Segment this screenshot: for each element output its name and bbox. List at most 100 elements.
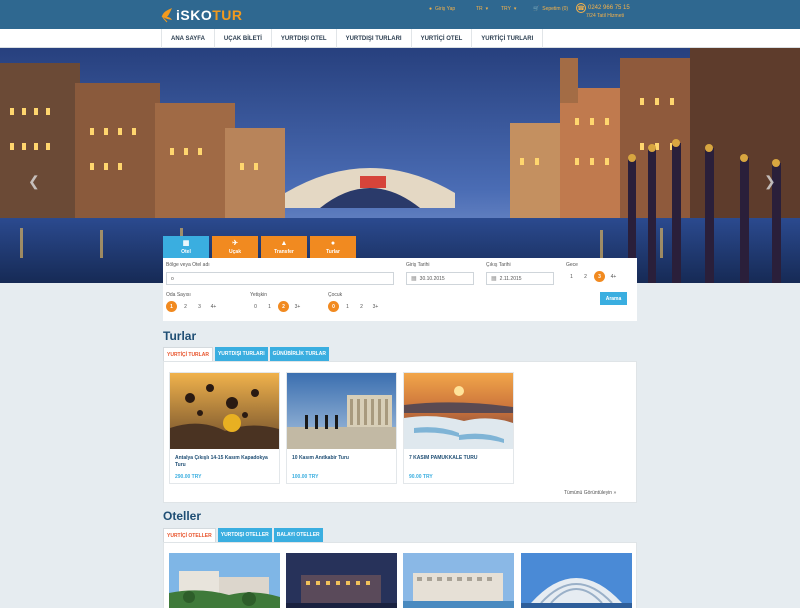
adults-label: Yetişkin — [250, 292, 268, 298]
rooms-label: Oda Sayısı — [166, 292, 191, 298]
adults-selector: 0 1 2 3+ — [250, 301, 303, 312]
logo[interactable]: iSKO TUR — [160, 5, 243, 25]
nights-selector: 1 2 3 4+ — [566, 271, 619, 282]
booking-tab-1[interactable]: ✈ Uçak — [212, 236, 258, 258]
booking-tab-3[interactable]: ● Turlar — [310, 236, 356, 258]
checkin-label: Giriş Tarihi — [406, 262, 430, 268]
balloon-photo — [170, 373, 279, 449]
hotel-card[interactable] — [169, 553, 280, 608]
calendar-icon: ▦ — [491, 276, 497, 282]
checkout-input[interactable]: ▦ 2.11.2015 — [486, 272, 554, 285]
hoteltabs-item-0[interactable]: YURTİÇİ OTELLER — [163, 528, 216, 542]
logo-text-2: TUR — [212, 7, 243, 23]
slider-next-icon[interactable]: ❯ — [764, 173, 776, 190]
main-nav: ANA SAYFA UÇAK BİLETİ YURTDIŞI OTEL YURTDIŞ… — [0, 29, 800, 48]
nav-item-3[interactable]: YURTDIŞI TURLARI — [337, 29, 412, 48]
tour-price: 290.00 TRY — [175, 474, 202, 480]
adults-option[interactable]: 2 — [278, 301, 289, 312]
login-label: Giriş Yap — [435, 6, 456, 12]
checkout-value: 2.11.2015 — [499, 275, 522, 282]
adults-option[interactable]: 0 — [250, 301, 261, 312]
booking-tab-0[interactable]: ▦ Otel — [163, 236, 209, 258]
tours-title: Turlar — [163, 329, 197, 343]
tour-card[interactable]: Antalya Çıkışlı 14-15 Kasım Kapadokya Tu… — [169, 372, 280, 484]
rooms-option[interactable]: 1 — [166, 301, 177, 312]
tour-name: Antalya Çıkışlı 14-15 Kasım Kapadokya Tu… — [175, 455, 268, 468]
tour-price: 90.00 TRY — [409, 474, 433, 480]
hoteltabs-item-1[interactable]: YURTDIŞI OTELLER — [217, 528, 272, 542]
search-value: o — [171, 275, 174, 282]
plane-icon: ✈ — [232, 240, 238, 247]
venice-photo — [0, 48, 800, 283]
calendar-icon: ▦ — [411, 276, 417, 282]
hotel-photo-2 — [286, 553, 397, 608]
nav-item-1[interactable]: UÇAK BİLETİ — [215, 29, 272, 48]
user-icon: ● — [429, 6, 433, 12]
hotel-card[interactable] — [403, 553, 514, 608]
hero-banner: ❮ ❯ — [0, 48, 800, 283]
phone-icon: ☎ — [576, 3, 586, 13]
search-input[interactable]: o — [166, 272, 394, 285]
tours-tabs: YURTİÇİ TURLAR YURTDIŞI TURLARI GÜNÜBİRLİK… — [163, 347, 329, 361]
children-selector: 0 1 2 3+ — [328, 301, 381, 312]
bird-logo-icon — [161, 8, 172, 23]
top-bar: iSKO TUR ● Giriş Yap TR ▾ TRY ▾ 🛒 Sepeti… — [0, 0, 800, 29]
hotel-card[interactable] — [286, 553, 397, 608]
rooms-option[interactable]: 2 — [180, 301, 191, 312]
hotel-card[interactable] — [521, 553, 632, 608]
language-select[interactable]: TR ▾ — [476, 4, 488, 14]
tour-name: 7 KASIM PAMUKKALE TURU — [409, 455, 478, 461]
rooms-option[interactable]: 4+ — [208, 301, 219, 312]
basket-link[interactable]: 🛒 Sepetim (0) — [533, 4, 568, 14]
nav-item-4[interactable]: YURTİÇİ OTEL — [412, 29, 473, 48]
checkin-value: 30.10.2015 — [419, 275, 445, 282]
adults-option[interactable]: 1 — [264, 301, 275, 312]
language-label: TR — [476, 6, 483, 12]
search-label: Bölge veya Otel adı — [166, 262, 210, 268]
tour-card[interactable]: 7 KASIM PAMUKKALE TURU 90.00 TRY — [403, 372, 514, 484]
tour-card[interactable]: 10 Kasım Anıtkabir Turu 100.00 TRY — [286, 372, 397, 484]
hotel-photo-4 — [521, 553, 632, 608]
tourtabs-item-1[interactable]: YURTDIŞI TURLARI — [214, 347, 268, 361]
search-button[interactable]: Arama — [600, 292, 627, 305]
rooms-option[interactable]: 3 — [194, 301, 205, 312]
booking-tab-2[interactable]: ▲ Transfer — [261, 236, 307, 258]
nav-item-5[interactable]: YURTİÇİ TURLARI — [472, 29, 544, 48]
hoteltabs-item-2[interactable]: BALAYI OTELLER — [273, 528, 323, 542]
nights-option[interactable]: 4+ — [608, 271, 619, 282]
nights-option[interactable]: 2 — [580, 271, 591, 282]
caret-down-icon: ▾ — [513, 6, 517, 12]
tourtabs-item-2[interactable]: GÜNÜBİRLİK TURLAR — [269, 347, 329, 361]
hotels-title: Oteller — [163, 509, 202, 523]
phone-label: 0242 966 75 15 — [588, 5, 630, 11]
adults-option[interactable]: 3+ — [292, 301, 303, 312]
children-option[interactable]: 0 — [328, 301, 339, 312]
car-icon: ▲ — [280, 239, 288, 247]
nights-option[interactable]: 3 — [594, 271, 605, 282]
children-option[interactable]: 2 — [356, 301, 367, 312]
nav-item-0[interactable]: ANA SAYFA — [161, 29, 215, 48]
view-all-link[interactable]: Tümünü Görüntüleyin » — [564, 490, 616, 496]
nights-option[interactable]: 1 — [566, 271, 577, 282]
children-option[interactable]: 3+ — [370, 301, 381, 312]
currency-select[interactable]: TRY ▾ — [501, 4, 516, 14]
slider-prev-icon[interactable]: ❮ — [28, 173, 40, 190]
checkin-input[interactable]: ▦ 30.10.2015 — [406, 272, 474, 285]
tour-price: 100.00 TRY — [292, 474, 319, 480]
currency-label: TRY — [501, 6, 511, 12]
logo-text-1: iSKO — [176, 7, 213, 23]
booking-tab-label: Transfer — [274, 248, 294, 255]
basket-label: Sepetim (0) — [542, 6, 569, 12]
tourtabs-item-0[interactable]: YURTİÇİ TURLAR — [163, 347, 213, 361]
children-option[interactable]: 1 — [342, 301, 353, 312]
nav-item-2[interactable]: YURTDIŞI OTEL — [272, 29, 337, 48]
children-label: Çocuk — [328, 292, 343, 298]
booking-tab-label: Otel — [181, 249, 191, 255]
checkout-label: Çıkış Tarihi — [486, 262, 511, 268]
booking-tab-label: Uçak — [229, 249, 241, 255]
tour-icon: ● — [330, 239, 336, 247]
nights-label: Gece — [566, 262, 578, 268]
login-link[interactable]: ● Giriş Yap — [429, 4, 455, 14]
pamukkale-photo — [404, 373, 513, 449]
booking-tabs: ▦ Otel ✈ Uçak ▲ Transfer ● Turlar — [163, 236, 356, 258]
